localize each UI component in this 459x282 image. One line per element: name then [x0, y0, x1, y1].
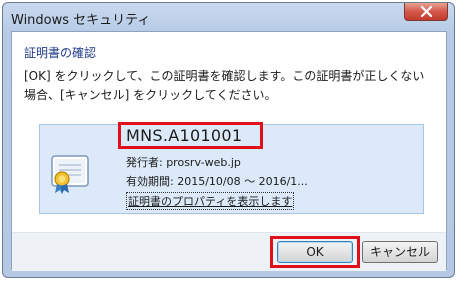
close-button[interactable] [404, 3, 448, 21]
dialog-heading: 証明書の確認 [24, 46, 97, 60]
certificate-validity: 有効期間: 2015/10/08 ～ 2016/1... [126, 175, 308, 188]
ok-button-highlight-box [270, 236, 360, 268]
dialog-message: [OK] をクリックして、この証明書を確認します。この証明書が正しくない場合、[… [24, 69, 425, 102]
certificate-name-highlight-box [118, 122, 263, 149]
dialog-body: 証明書の確認 [OK] をクリックして、この証明書を確認します。この証明書が正し… [11, 31, 447, 271]
window-title: Windows セキュリティ [11, 13, 151, 28]
certificate-properties-link[interactable]: 証明書のプロパティを表示します [126, 192, 295, 210]
close-icon [420, 6, 433, 17]
title-bar[interactable]: Windows セキュリティ [3, 3, 454, 31]
cancel-button[interactable]: キャンセル [362, 241, 438, 263]
certificate-tile[interactable]: MNS.A101001 発行者: prosrv-web.jp 有効期間: 201… [39, 122, 424, 214]
security-dialog: Windows セキュリティ 証明書の確認 [OK] をクリックして、この証明書… [2, 2, 455, 278]
certificate-icon [51, 155, 89, 194]
button-bar: OK キャンセル [12, 232, 446, 271]
certificate-issuer: 発行者: prosrv-web.jp [126, 156, 241, 169]
